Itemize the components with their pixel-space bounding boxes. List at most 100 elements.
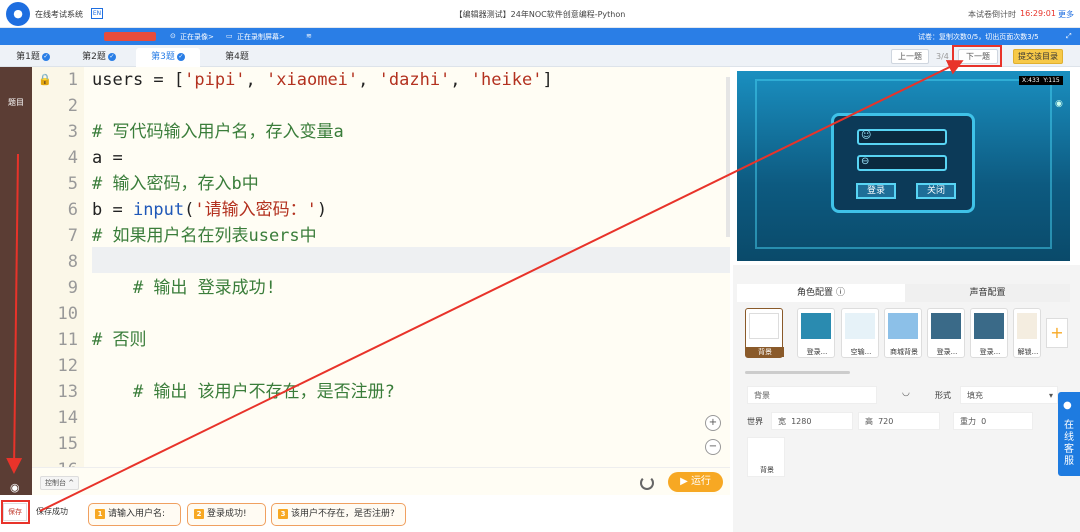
console-toggle[interactable]: 控制台 ^	[40, 476, 80, 490]
code-line[interactable]: a =	[92, 145, 123, 171]
code-line[interactable]: # 如果用户名在列表users中	[92, 223, 317, 249]
camera-icon: ⊙	[170, 32, 176, 40]
annotation-box-next	[952, 45, 1002, 67]
eye-icon[interactable]: ◉	[10, 481, 20, 494]
check-icon: ✓	[41, 52, 50, 61]
prev-question-button[interactable]: 上一题	[891, 49, 929, 64]
language-badge[interactable]: EN	[91, 8, 103, 19]
recording-video-label[interactable]: 正在录像>	[180, 32, 214, 42]
chip-number: 2	[194, 509, 204, 519]
background-thumbnail[interactable]: 背景	[747, 437, 785, 477]
form-select[interactable]: 填充 ▾	[960, 386, 1058, 404]
line-number: 3	[67, 122, 78, 142]
sprite-thumbnail	[974, 313, 1004, 339]
zoom-in-icon[interactable]: +	[705, 415, 721, 431]
height-field[interactable]: 高 720	[858, 412, 940, 430]
sprite-name: 登录...	[936, 348, 958, 356]
sprite-name: 商城背景	[890, 348, 918, 356]
code-line[interactable]: users = ['pipi', 'xiaomei', 'dazhi', 'he…	[92, 67, 553, 93]
reset-icon[interactable]	[640, 476, 654, 490]
tab-sound-config[interactable]: 声音配置	[905, 284, 1070, 302]
run-button[interactable]: ▶ 运行	[668, 472, 723, 492]
more-link[interactable]: 更多	[1058, 9, 1074, 20]
line-number: 7	[67, 226, 78, 246]
code-line[interactable]: # 输出 登录成功!	[92, 275, 276, 301]
run-label: 运行	[690, 476, 711, 487]
code-token: 'heike'	[470, 70, 543, 90]
tab-question-4[interactable]: 第4题	[214, 48, 260, 67]
eye-icon[interactable]: ◉	[1055, 99, 1063, 109]
sprite-card[interactable]: 商城背景	[884, 308, 922, 358]
code-token: # 输出 登录成功!	[92, 278, 276, 298]
sprite-card[interactable]: 登录...	[927, 308, 965, 358]
monitor-icon: ▭	[226, 32, 233, 40]
line-number: 10	[57, 304, 78, 324]
code-line[interactable]: # 否则	[92, 327, 146, 353]
online-support-label: 在线客服	[1064, 420, 1074, 467]
line-number: 14	[57, 408, 78, 428]
scrollbar[interactable]	[726, 77, 730, 237]
code-editor[interactable]: 12345678910111213141516 🔒 users = ['pipi…	[32, 67, 730, 467]
gravity-field[interactable]: 重力 0	[953, 412, 1033, 430]
tab-label: 角色配置	[797, 288, 834, 298]
submit-button[interactable]: 提交该目录	[1013, 49, 1063, 64]
app-logo-icon: ●	[6, 2, 30, 26]
fullscreen-icon[interactable]: ⤢	[1066, 32, 1072, 41]
line-number: 15	[57, 434, 78, 454]
line-number: 6	[67, 200, 78, 220]
recording-screen-label[interactable]: 正在录制屏幕>	[237, 32, 285, 42]
sidebar-item-question[interactable]: 题目	[0, 97, 32, 108]
sprite-card[interactable]: 登录...	[797, 308, 835, 358]
code-line[interactable]: b = input('请输入密码：')	[92, 197, 327, 223]
line-number: 9	[67, 278, 78, 298]
sprite-scrollbar[interactable]	[745, 371, 850, 374]
visibility-icon[interactable]: ◡	[902, 388, 910, 398]
sprite-name: 登录...	[806, 348, 828, 356]
code-token: # 写代码输入用户名，存入变量a	[92, 122, 344, 142]
output-chip-1[interactable]: 1 请输入用户名:	[88, 503, 181, 526]
code-token: 'xiaomei'	[266, 70, 359, 90]
line-number: 11	[57, 330, 78, 350]
chip-number: 1	[95, 509, 105, 519]
line-number: 5	[67, 174, 78, 194]
tab-question-2[interactable]: 第2题 ✓	[76, 48, 122, 67]
info-icon: ⓘ	[835, 288, 845, 298]
sprite-card[interactable]: 登录...	[970, 308, 1008, 358]
tab-question-1[interactable]: 第1题 ✓	[10, 48, 56, 67]
stage-preview[interactable]: ☺ ⊖ 登录 关闭 X:433 Y:115 ◉	[737, 71, 1070, 261]
code-line[interactable]: # 输出 该用户不存在，是否注册?	[92, 379, 395, 405]
tab-question-3[interactable]: 第3题 ✓	[136, 48, 200, 67]
sprite-name: 背景	[746, 347, 784, 357]
save-success-toast: 保存成功	[36, 507, 68, 516]
add-sprite-button[interactable]: +	[1046, 318, 1068, 348]
output-chip-2[interactable]: 2 登录成功!	[187, 503, 266, 526]
sprite-card[interactable]: 空输...	[841, 308, 879, 358]
tab-sprite-config[interactable]: 角色配置 ⓘ	[737, 284, 905, 302]
output-chip-3[interactable]: 3 该用户不存在，是否注册?	[271, 503, 406, 526]
sprite-thumbnail	[931, 313, 961, 339]
zoom-out-icon[interactable]: −	[705, 439, 721, 455]
sprite-name: 登录...	[979, 348, 1001, 356]
current-line-highlight	[92, 247, 730, 273]
code-line[interactable]: # 输入密码，存入b中	[92, 171, 259, 197]
width-field[interactable]: 宽 1280	[771, 412, 853, 430]
tab-label: 第4题	[225, 52, 249, 62]
sprite-card[interactable]: 背景	[745, 308, 784, 358]
code-token: users = [	[92, 70, 185, 90]
line-number: 13	[57, 382, 78, 402]
check-icon: ✓	[107, 52, 116, 61]
chip-text: 该用户不存在，是否注册?	[291, 509, 395, 519]
code-token: ,	[358, 70, 379, 90]
online-support-button[interactable]: ● 在线客服	[1058, 392, 1080, 476]
timer-label: 本试卷倒计时	[968, 10, 1016, 19]
sprite-name-input[interactable]: 背景	[747, 386, 877, 404]
height-value: 720	[878, 417, 894, 426]
exam-title: 【编辑器测试】24年NOC软件创意编程-Python	[454, 10, 626, 19]
question-progress: 3/4	[936, 52, 949, 61]
code-line[interactable]: # 写代码输入用户名，存入变量a	[92, 119, 344, 145]
exam-counters: 试卷：复制次数0/5，切出页面次数3/5	[918, 33, 1039, 41]
tab-label: 第3题	[151, 52, 175, 62]
stage-login-button: 登录	[856, 183, 896, 199]
line-number: 4	[67, 148, 78, 168]
sprite-card[interactable]: 解锁...	[1013, 308, 1041, 358]
